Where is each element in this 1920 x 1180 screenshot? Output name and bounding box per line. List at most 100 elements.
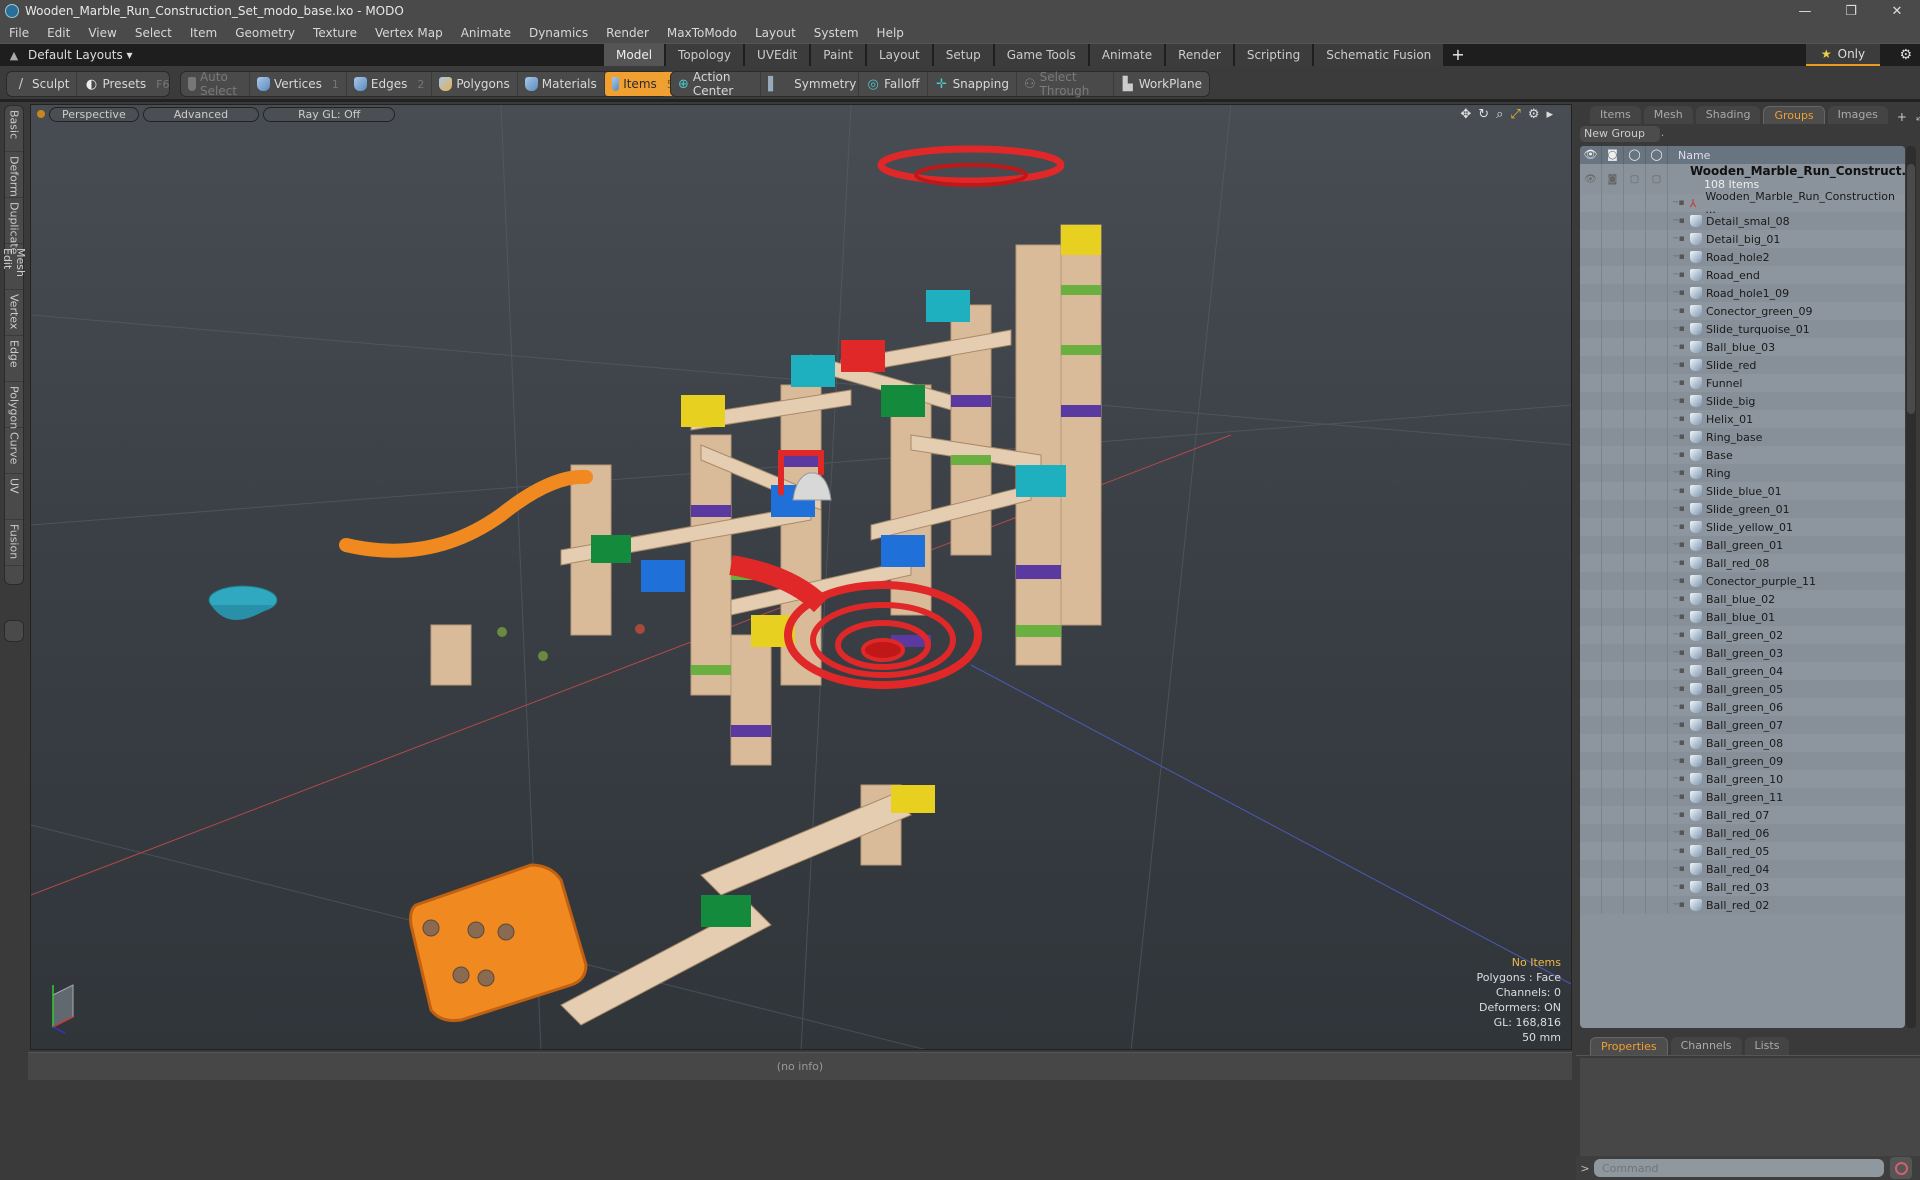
- zoom-icon[interactable]: ⌕: [1496, 107, 1503, 122]
- group-visibility-toggle[interactable]: 👁: [1580, 164, 1602, 194]
- menu-dynamics[interactable]: Dynamics: [520, 26, 597, 40]
- left-tab-fusion[interactable]: Fusion: [5, 520, 23, 566]
- lock-column-icon[interactable]: ◯: [1624, 146, 1646, 164]
- menu-geometry[interactable]: Geometry: [226, 26, 304, 40]
- outliner-tab-items[interactable]: Items: [1590, 106, 1641, 124]
- list-item[interactable]: ┈▪ Funnel: [1580, 374, 1905, 392]
- list-item[interactable]: ┈▪ Ball_blue_02: [1580, 590, 1905, 608]
- expand-panel-icon[interactable]: ⤢: [1916, 109, 1920, 124]
- list-item[interactable]: ┈▪ Ball_green_03: [1580, 644, 1905, 662]
- list-item[interactable]: ┈▪ Helix_01: [1580, 410, 1905, 428]
- group-lock-toggle[interactable]: ▢: [1624, 164, 1646, 194]
- outliner-tab-images[interactable]: Images: [1827, 106, 1888, 124]
- mode-tab-model[interactable]: Model: [604, 44, 665, 66]
- panel-tab-properties[interactable]: Properties: [1590, 1037, 1668, 1055]
- list-item[interactable]: ┈▪ Ball_red_04: [1580, 860, 1905, 878]
- menu-view[interactable]: View: [79, 26, 125, 40]
- list-item[interactable]: ┈▪ Ball_red_05: [1580, 842, 1905, 860]
- list-item[interactable]: ┈▪ Road_hole1_09: [1580, 284, 1905, 302]
- outliner-scrollbar[interactable]: [1906, 146, 1916, 1028]
- list-item[interactable]: ┈▪ Slide_big: [1580, 392, 1905, 410]
- left-tab-curve[interactable]: Curve: [5, 428, 23, 474]
- list-item[interactable]: ┈▪ Slide_yellow_01: [1580, 518, 1905, 536]
- list-item[interactable]: ┈▪ Ball_green_09: [1580, 752, 1905, 770]
- list-item[interactable]: ┈▪ Ball_red_06: [1580, 824, 1905, 842]
- mode-tab-scripting[interactable]: Scripting: [1234, 44, 1313, 66]
- menu-render[interactable]: Render: [597, 26, 658, 40]
- menu-file[interactable]: File: [0, 26, 38, 40]
- select-through-button[interactable]: ⚇ Select Through: [1017, 70, 1114, 98]
- list-item[interactable]: ┈▪ Ball_green_06: [1580, 698, 1905, 716]
- mode-tab-setup[interactable]: Setup: [933, 44, 993, 66]
- mode-tab-game-tools[interactable]: Game Tools: [994, 44, 1088, 66]
- vertices-button[interactable]: Vertices 1: [250, 72, 347, 96]
- falloff-button[interactable]: ◎ Falloff: [859, 72, 928, 96]
- list-item[interactable]: ┈▪ ⅄ Wooden_Marble_Run_Construction ...: [1580, 190, 1905, 216]
- list-item[interactable]: ┈▪ Slide_green_01: [1580, 500, 1905, 518]
- panel-tab-channels[interactable]: Channels: [1670, 1037, 1742, 1055]
- record-macro-button[interactable]: [1890, 1157, 1912, 1179]
- menu-vertex-map[interactable]: Vertex Map: [366, 26, 452, 40]
- shading-button[interactable]: Advanced: [142, 106, 260, 122]
- left-tab-vertex[interactable]: Vertex: [5, 290, 23, 336]
- list-item[interactable]: ┈▪ Ball_green_05: [1580, 680, 1905, 698]
- outliner-tab-groups[interactable]: Groups: [1763, 106, 1825, 124]
- mode-tab-layout[interactable]: Layout: [866, 44, 932, 66]
- mode-tab-schematic-fusion[interactable]: Schematic Fusion: [1314, 44, 1444, 66]
- command-input[interactable]: [1594, 1159, 1884, 1177]
- list-item[interactable]: ┈▪ Slide_blue_01: [1580, 482, 1905, 500]
- group-select-toggle[interactable]: ▢: [1646, 164, 1668, 194]
- add-mode-tab-button[interactable]: +: [1445, 44, 1470, 66]
- name-column-header[interactable]: Name: [1668, 149, 1710, 162]
- polygons-button[interactable]: Polygons: [432, 72, 518, 96]
- menu-animate[interactable]: Animate: [452, 26, 520, 40]
- left-tab-mesh-edit[interactable]: Mesh Edit: [1, 244, 27, 290]
- scrollbar-thumb[interactable]: [1907, 164, 1915, 414]
- left-extra-tab[interactable]: [4, 620, 24, 642]
- maximize-viewport-icon[interactable]: ⤢: [1510, 107, 1520, 122]
- list-item[interactable]: ┈▪ Ball_red_08: [1580, 554, 1905, 572]
- left-tab-deform[interactable]: Deform: [5, 152, 23, 198]
- list-item[interactable]: ┈▪ Ring: [1580, 464, 1905, 482]
- list-item[interactable]: ┈▪ Ball_green_11: [1580, 788, 1905, 806]
- close-button[interactable]: ✕: [1874, 0, 1920, 22]
- left-tab-uv[interactable]: UV: [5, 474, 23, 520]
- list-item[interactable]: ┈▪ Ball_red_03: [1580, 878, 1905, 896]
- rotate-icon[interactable]: ↻: [1478, 107, 1489, 122]
- list-item[interactable]: ┈▪ Road_end: [1580, 266, 1905, 284]
- left-tab-edge[interactable]: Edge: [5, 336, 23, 382]
- outliner-tab-mesh[interactable]: Mesh ...: [1643, 106, 1693, 139]
- snapping-button[interactable]: ✛ Snapping: [928, 72, 1017, 96]
- mode-tab-uvedit[interactable]: UVEdit: [745, 44, 810, 66]
- list-item[interactable]: ┈▪ Ring_base: [1580, 428, 1905, 446]
- groups-list[interactable]: 👁 ◙ ◯ ◯ Name 👁 ◙ ▢ ▢ Wooden_Marble_Run_C…: [1580, 146, 1905, 1028]
- list-item[interactable]: ┈▪ Ball_green_04: [1580, 662, 1905, 680]
- mode-tab-paint[interactable]: Paint: [811, 44, 865, 66]
- mode-tab-topology[interactable]: Topology: [666, 44, 744, 66]
- menu-select[interactable]: Select: [126, 26, 181, 40]
- auto-select-button[interactable]: Auto Select: [181, 70, 251, 98]
- layout-collapse-icon[interactable]: ▲: [0, 49, 28, 62]
- list-item[interactable]: ┈▪ Ball_green_01: [1580, 536, 1905, 554]
- new-group-button[interactable]: New Group: [1580, 126, 1660, 142]
- visibility-column-icon[interactable]: 👁: [1580, 146, 1602, 164]
- maximize-button[interactable]: ❐: [1828, 0, 1874, 22]
- gear-icon[interactable]: ⚙: [1899, 47, 1912, 63]
- viewport-menu-dot[interactable]: [37, 110, 45, 118]
- menu-help[interactable]: Help: [868, 26, 913, 40]
- menu-item[interactable]: Item: [181, 26, 226, 40]
- list-item[interactable]: ┈▪ Conector_green_09: [1580, 302, 1905, 320]
- list-item[interactable]: ┈▪ Ball_blue_01: [1580, 608, 1905, 626]
- list-item[interactable]: ┈▪ Ball_green_07: [1580, 716, 1905, 734]
- list-item[interactable]: ┈▪ Slide_turquoise_01: [1580, 320, 1905, 338]
- list-item[interactable]: ┈▪ Conector_purple_11: [1580, 572, 1905, 590]
- list-item[interactable]: ┈▪ Ball_green_02: [1580, 626, 1905, 644]
- add-tab-icon[interactable]: +: [1897, 110, 1907, 124]
- list-item[interactable]: ┈▪ Ball_green_08: [1580, 734, 1905, 752]
- list-item[interactable]: ┈▪ Ball_red_02: [1580, 896, 1905, 914]
- minimize-button[interactable]: —: [1782, 0, 1828, 22]
- list-item[interactable]: ┈▪ Slide_red: [1580, 356, 1905, 374]
- list-item[interactable]: ┈▪ Base: [1580, 446, 1905, 464]
- outliner-tab-shading[interactable]: Shading: [1695, 106, 1761, 124]
- panel-tab-lists[interactable]: Lists: [1744, 1037, 1790, 1055]
